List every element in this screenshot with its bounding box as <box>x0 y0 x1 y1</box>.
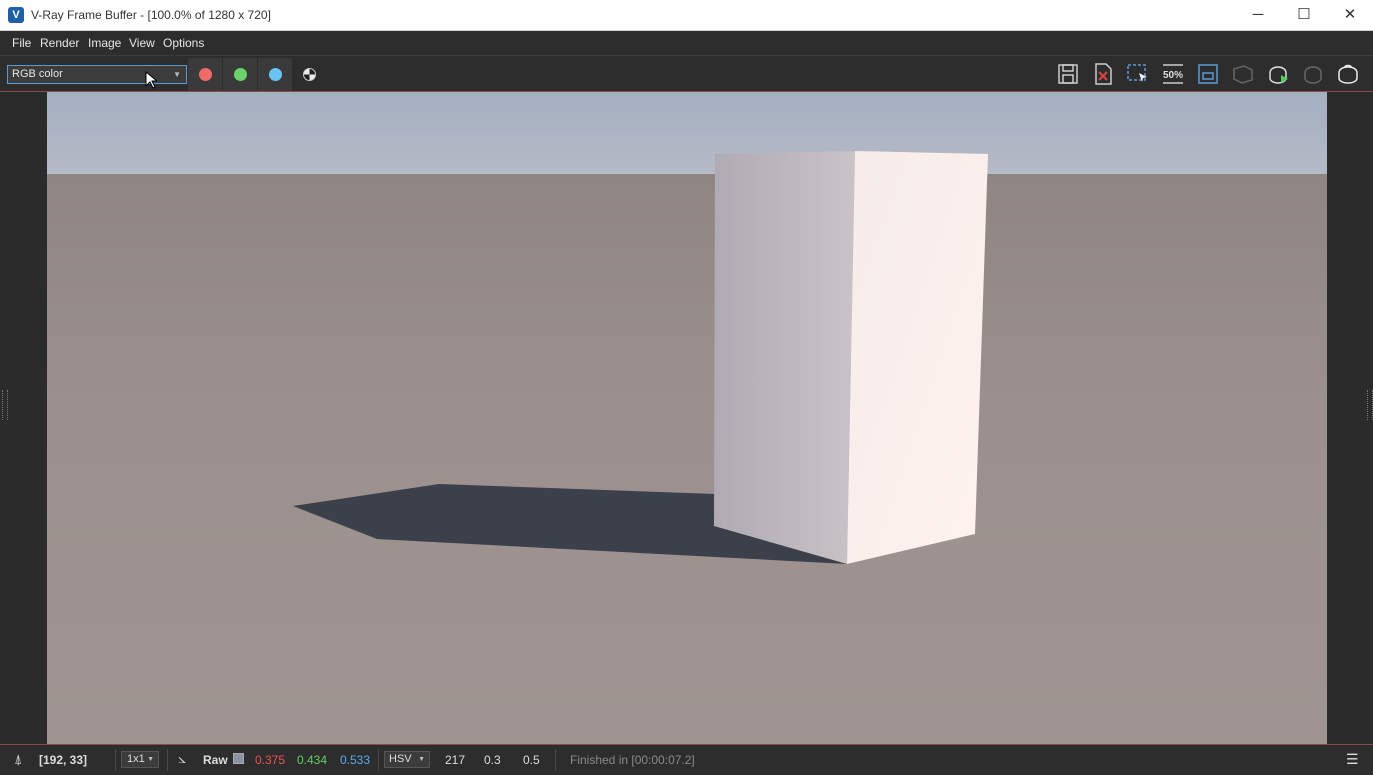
clear-image-icon <box>1095 63 1112 85</box>
left-panel-handle[interactable] <box>2 390 8 420</box>
save-icon <box>1058 64 1078 84</box>
green-dot-icon <box>234 68 247 81</box>
stop-render-icon <box>1233 65 1253 84</box>
save-image-button[interactable] <box>1055 61 1081 87</box>
interactive-render-button[interactable] <box>1265 61 1291 87</box>
menu-bar: File Render Image View Options <box>0 31 1373 55</box>
mouse-cursor-icon <box>145 71 157 89</box>
render-viewport[interactable] <box>0 91 1373 744</box>
red-channel-button[interactable] <box>188 58 222 91</box>
pixel-color-swatch <box>233 753 244 764</box>
divider <box>115 749 116 771</box>
zoom-50-label: 50% <box>1163 70 1183 81</box>
rendered-image[interactable] <box>47 92 1327 744</box>
log-panel-icon[interactable]: ☰ <box>1346 751 1359 768</box>
close-button[interactable]: ✕ <box>1327 0 1373 30</box>
stop-interactive-render-button[interactable] <box>1300 61 1326 87</box>
red-value: 0.375 <box>255 753 286 767</box>
value-value: 0.5 <box>523 753 540 767</box>
colorspace-select[interactable]: HSV ▼ <box>384 751 430 768</box>
toolbar: RGB color ▼ 50% <box>0 55 1373 91</box>
stop-render-button[interactable] <box>1230 61 1256 87</box>
render-button[interactable] <box>1335 61 1361 87</box>
title-bar: V V-Ray Frame Buffer - [100.0% of 1280 x… <box>0 0 1373 31</box>
frame-icon <box>1198 64 1218 84</box>
render-teapot-icon <box>1338 64 1358 84</box>
raw-mode-label[interactable]: Raw <box>203 753 228 767</box>
saturation-value: 0.3 <box>484 753 501 767</box>
mono-channel-button[interactable] <box>297 58 323 91</box>
vray-logo-icon: V <box>8 7 24 23</box>
menu-view[interactable]: View <box>129 36 155 50</box>
chevron-down-icon: ▼ <box>173 70 181 79</box>
green-value: 0.434 <box>297 753 328 767</box>
status-bar: ⍋ [192, 33] 1x1 ▼ ⦣ Raw 0.375 0.434 0.53… <box>0 744 1373 775</box>
blue-channel-button[interactable] <box>258 58 292 91</box>
menu-file[interactable]: File <box>12 36 31 50</box>
pixel-coordinates: [192, 33] <box>39 753 88 767</box>
blue-value: 0.533 <box>340 753 371 767</box>
clear-image-button[interactable] <box>1090 61 1116 87</box>
divider <box>167 749 168 771</box>
alpha-channel-icon <box>303 68 316 81</box>
divider <box>378 749 379 771</box>
menu-image[interactable]: Image <box>88 36 121 50</box>
zoom-50-button[interactable]: 50% <box>1160 61 1186 87</box>
divider <box>555 749 556 771</box>
menu-render[interactable]: Render <box>40 36 79 50</box>
chevron-down-icon: ▼ <box>147 756 154 763</box>
region-render-icon <box>1127 64 1147 82</box>
channel-select[interactable]: RGB color ▼ <box>7 65 187 84</box>
colorspace-value: HSV <box>389 753 412 765</box>
frame-button[interactable] <box>1195 61 1221 87</box>
chevron-down-icon: ▼ <box>418 756 425 763</box>
right-panel-handle[interactable] <box>1367 390 1373 420</box>
red-dot-icon <box>199 68 212 81</box>
menu-options[interactable]: Options <box>163 36 204 50</box>
pixel-picker-icon[interactable]: ⍋ <box>14 751 22 768</box>
stop-interactive-render-icon <box>1304 66 1322 84</box>
pixel-zoom-select[interactable]: 1x1 ▼ <box>121 751 159 768</box>
render-scene <box>47 92 1327 744</box>
pixel-zoom-value: 1x1 <box>127 753 145 765</box>
zoom-50-icon: 50% <box>1163 64 1183 84</box>
maximize-button[interactable]: ☐ <box>1281 0 1327 30</box>
curve-icon[interactable]: ⦣ <box>178 750 186 767</box>
channel-select-value: RGB color <box>12 68 63 80</box>
start-interactive-render-icon <box>1269 66 1288 84</box>
render-status-message: Finished in [00:00:07.2] <box>570 753 695 767</box>
region-render-button[interactable] <box>1125 61 1151 87</box>
blue-dot-icon <box>269 68 282 81</box>
window-title: V-Ray Frame Buffer - [100.0% of 1280 x 7… <box>31 8 271 22</box>
minimize-button[interactable]: ─ <box>1235 0 1281 30</box>
green-channel-button[interactable] <box>223 58 257 91</box>
hue-value: 217 <box>445 753 466 767</box>
